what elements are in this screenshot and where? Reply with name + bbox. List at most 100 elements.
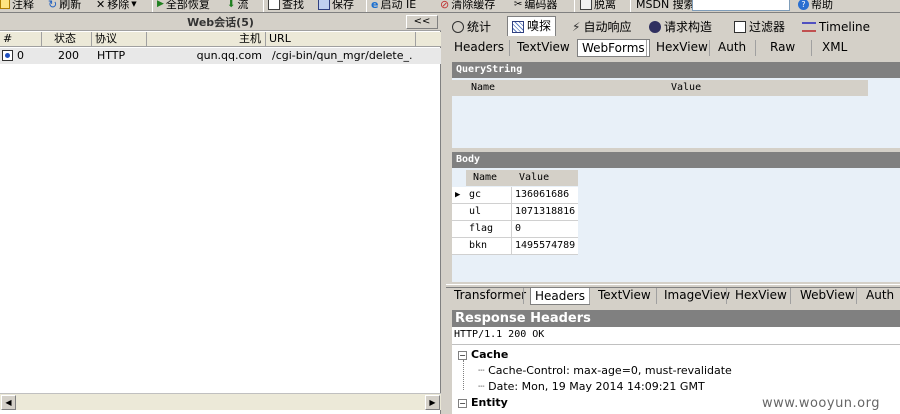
collapse-icon[interactable]: − xyxy=(458,398,467,408)
save-icon xyxy=(318,0,330,10)
response-status-line: HTTP/1.1 200 OK xyxy=(454,329,545,340)
find-icon xyxy=(268,0,280,10)
inspector-pane: 统计 嗅探 ⚡ 自动响应 请求构造 过滤器 Timeline Headers T… xyxy=(446,14,900,414)
response-tab-imageview[interactable]: ImageView xyxy=(660,287,734,305)
column-header-status[interactable]: 状态 xyxy=(42,32,92,47)
remove-icon: ✕ xyxy=(96,0,106,11)
querystring-grid[interactable]: Name Value xyxy=(452,78,900,148)
body-row-value: 0 xyxy=(515,223,522,234)
column-header-spacer xyxy=(416,32,441,47)
tab-statistics[interactable]: 统计 xyxy=(448,17,495,37)
request-tab-webforms[interactable]: WebForms xyxy=(577,39,650,57)
response-tab-textview[interactable]: TextView xyxy=(594,287,655,305)
sessions-title: Web会话(5) xyxy=(0,14,441,31)
scroll-left-icon[interactable]: ◀ xyxy=(1,395,16,410)
body-row[interactable]: ▶ gc 136061686 xyxy=(452,187,578,204)
tree-item[interactable]: ┄ Cache-Control: max-age=0, must-revalid… xyxy=(478,364,732,377)
session-url: /cgi-bin/qun_mgr/delete_... xyxy=(272,49,412,62)
request-tab-auth[interactable]: Auth xyxy=(714,39,750,57)
ie-icon: e xyxy=(371,0,379,11)
body-row[interactable]: bkn 1495574789 xyxy=(452,238,578,255)
msdn-search-label: MSDN 搜索 xyxy=(636,0,695,11)
request-tab-raw[interactable]: Raw xyxy=(766,39,799,57)
resume-all-button[interactable]: ▶ 全部恢复 xyxy=(157,0,210,12)
chevron-down-icon: ▼ xyxy=(131,0,137,8)
scroll-right-icon[interactable]: ▶ xyxy=(425,395,440,410)
response-tab-auth[interactable]: Auth xyxy=(862,287,898,305)
sessions-pane: Web会话(5) << # 状态 协议 主机 URL 0 200 HTTP qu… xyxy=(0,14,441,414)
tab-separator xyxy=(755,40,756,56)
play-icon: ▶ xyxy=(157,0,164,9)
toolbar-separator xyxy=(574,0,575,12)
body-row-value: 1495574789 xyxy=(515,240,576,251)
msdn-search-input[interactable] xyxy=(692,0,790,11)
body-row[interactable]: ul 1071318816 xyxy=(452,204,578,221)
request-tab-headers[interactable]: Headers xyxy=(450,39,508,57)
tab-separator xyxy=(856,288,857,304)
session-row[interactable]: 0 200 HTTP qun.qq.com /cgi-bin/qun_mgr/d… xyxy=(0,48,441,64)
tab-separator xyxy=(589,288,590,304)
watermark: www.wooyun.org xyxy=(762,396,881,411)
encoder-button[interactable]: ✂ 编码器 xyxy=(514,0,557,12)
refresh-button[interactable]: ↻ 刷新 xyxy=(48,0,81,12)
tab-timeline[interactable]: Timeline xyxy=(798,17,874,37)
find-button[interactable]: 查找 xyxy=(268,0,304,12)
tree-item[interactable]: ┄ Date: Mon, 19 May 2014 14:09:21 GMT xyxy=(478,380,705,393)
launch-ie-button[interactable]: e 启动 IE xyxy=(371,0,416,12)
horizontal-scrollbar[interactable]: ◀ ▶ xyxy=(0,393,441,410)
clear-cache-icon: ⊘ xyxy=(440,0,450,11)
stream-icon: ⬇ xyxy=(227,0,236,10)
tearoff-button[interactable]: 脱离 xyxy=(580,0,616,12)
response-tab-webview[interactable]: WebView xyxy=(796,287,859,305)
tab-separator xyxy=(523,288,524,304)
request-tab-textview[interactable]: TextView xyxy=(513,39,574,57)
body-row[interactable]: flag 0 xyxy=(452,221,578,238)
toolbar-separator xyxy=(630,0,631,12)
response-tab-transformer[interactable]: Transformer xyxy=(450,287,530,305)
request-tab-xml[interactable]: XML xyxy=(818,39,851,57)
tab-separator xyxy=(790,288,791,304)
session-id: 0 xyxy=(17,49,24,62)
main-toolbar: 注释 ↻ 刷新 ✕ 移除 ▼ ▶ 全部恢复 ⬇ 流 查找 保存 e 启动 IE … xyxy=(0,0,900,13)
remove-button[interactable]: ✕ 移除 ▼ xyxy=(96,0,137,12)
body-row-name: flag xyxy=(466,221,512,237)
comment-button[interactable]: 注释 xyxy=(0,0,34,12)
tab-inspectors[interactable]: 嗅探 xyxy=(507,16,557,36)
comment-icon xyxy=(0,0,10,9)
encoder-icon: ✂ xyxy=(514,0,523,10)
tab-separator xyxy=(726,288,727,304)
save-button[interactable]: 保存 xyxy=(318,0,354,12)
collapse-button[interactable]: << xyxy=(406,15,438,29)
tab-filters[interactable]: 过滤器 xyxy=(730,17,789,37)
body-grid[interactable]: Name Value ▶ gc 136061686 ul 1071318816 … xyxy=(452,168,900,282)
tree-group-cache[interactable]: − Cache xyxy=(458,348,508,361)
querystring-col-name: Name xyxy=(471,82,496,93)
stream-button[interactable]: ⬇ 流 xyxy=(227,0,248,12)
response-tab-headers[interactable]: Headers xyxy=(530,287,590,305)
querystring-header: QueryString xyxy=(452,62,900,78)
tab-autoresponder[interactable]: ⚡ 自动响应 xyxy=(568,17,635,37)
timeline-icon xyxy=(802,22,816,32)
toolbar-separator xyxy=(366,0,367,12)
help-button[interactable]: ? 帮助 xyxy=(798,0,833,12)
toolbar-separator xyxy=(152,0,153,12)
tree-group-entity[interactable]: − Entity xyxy=(458,396,508,409)
body-column-header: Name Value xyxy=(466,170,578,186)
stopwatch-icon xyxy=(452,21,464,33)
session-host: qun.qq.com xyxy=(196,49,262,62)
column-header-number[interactable]: # xyxy=(0,32,42,47)
session-column-header: # 状态 协议 主机 URL xyxy=(0,32,441,47)
response-headers-title: Response Headers xyxy=(452,310,900,327)
tree-line xyxy=(463,360,464,390)
tab-composer[interactable]: 请求构造 xyxy=(645,17,716,37)
column-header-host[interactable]: 主机 xyxy=(147,32,266,47)
collapse-icon[interactable]: − xyxy=(458,350,467,360)
tab-separator xyxy=(646,40,647,56)
response-tab-hexview[interactable]: HexView xyxy=(731,287,791,305)
column-header-url[interactable]: URL xyxy=(266,32,416,47)
column-header-protocol[interactable]: 协议 xyxy=(92,32,147,47)
querystring-column-header: Name Value xyxy=(452,80,868,96)
clear-cache-button[interactable]: ⊘ 清除缓存 xyxy=(440,0,495,12)
request-tab-hexview[interactable]: HexView xyxy=(652,39,712,57)
toolbar-separator xyxy=(263,0,264,12)
